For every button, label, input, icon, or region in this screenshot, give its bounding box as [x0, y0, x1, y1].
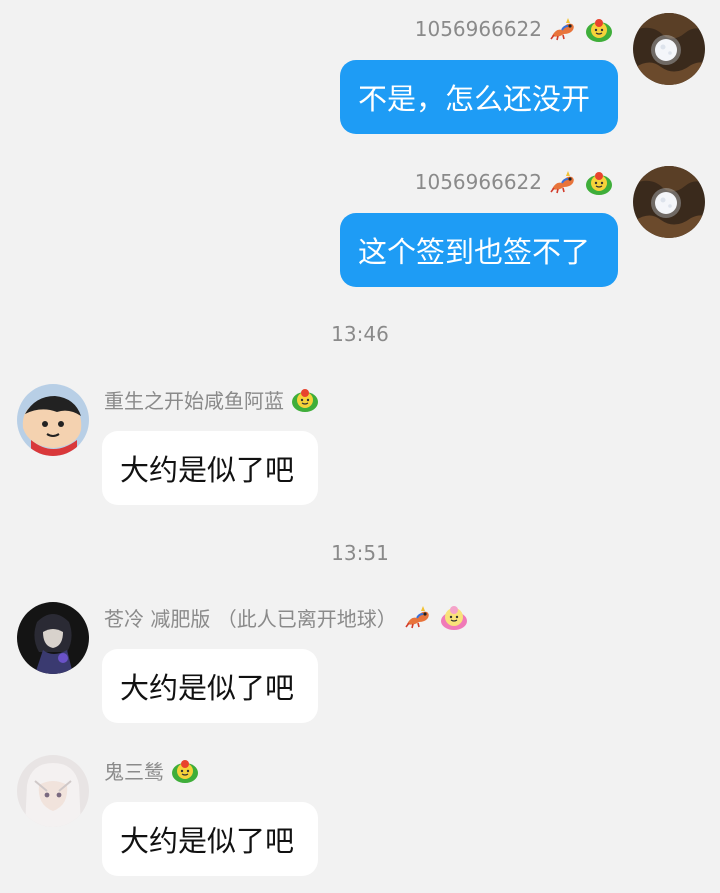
- dragon-badge-icon: [548, 167, 578, 197]
- message-bubble[interactable]: 大约是似了吧: [102, 649, 318, 723]
- flower-badge-icon: [290, 384, 320, 414]
- sender-name[interactable]: 鬼三鸶: [104, 756, 164, 785]
- sender-name-row: 1056966622: [415, 165, 614, 199]
- avatar[interactable]: [633, 13, 705, 85]
- flower-pink-badge-icon: [439, 602, 469, 632]
- message-bubble[interactable]: 不是，怎么还没开: [340, 60, 618, 134]
- message-bubble[interactable]: 大约是似了吧: [102, 802, 318, 876]
- chat-window: 1056966622 不是，怎么还没开 1056966622 这个签到也签不了 …: [0, 0, 720, 893]
- sender-name-row: 苍冷 减肥版 （此人已离开地球）: [104, 600, 469, 634]
- sender-name[interactable]: 重生之开始咸鱼阿蓝: [104, 385, 284, 414]
- sender-name[interactable]: 1056966622: [415, 170, 542, 194]
- moon-avatar-icon: [633, 166, 705, 238]
- avatar[interactable]: [17, 384, 89, 456]
- sender-name-row: 鬼三鸶: [104, 753, 200, 787]
- flower-badge-icon: [170, 755, 200, 785]
- anime-avatar-icon: [17, 602, 89, 674]
- white-hair-avatar-icon: [17, 755, 89, 827]
- sender-name-row: 重生之开始咸鱼阿蓝: [104, 382, 320, 416]
- avatar[interactable]: [17, 602, 89, 674]
- sender-name[interactable]: 苍冷 减肥版 （此人已离开地球）: [104, 603, 397, 632]
- avatar[interactable]: [633, 166, 705, 238]
- dragon-badge-icon: [403, 602, 433, 632]
- avatar[interactable]: [17, 755, 89, 827]
- sender-name[interactable]: 1056966622: [415, 17, 542, 41]
- flower-badge-icon: [584, 167, 614, 197]
- cartoon-avatar-icon: [17, 384, 89, 456]
- timestamp: 13:46: [331, 322, 389, 346]
- moon-avatar-icon: [633, 13, 705, 85]
- dragon-badge-icon: [548, 14, 578, 44]
- timestamp: 13:51: [331, 541, 389, 565]
- message-bubble[interactable]: 这个签到也签不了: [340, 213, 618, 287]
- sender-name-row: 1056966622: [415, 12, 614, 46]
- flower-badge-icon: [584, 14, 614, 44]
- message-bubble[interactable]: 大约是似了吧: [102, 431, 318, 505]
